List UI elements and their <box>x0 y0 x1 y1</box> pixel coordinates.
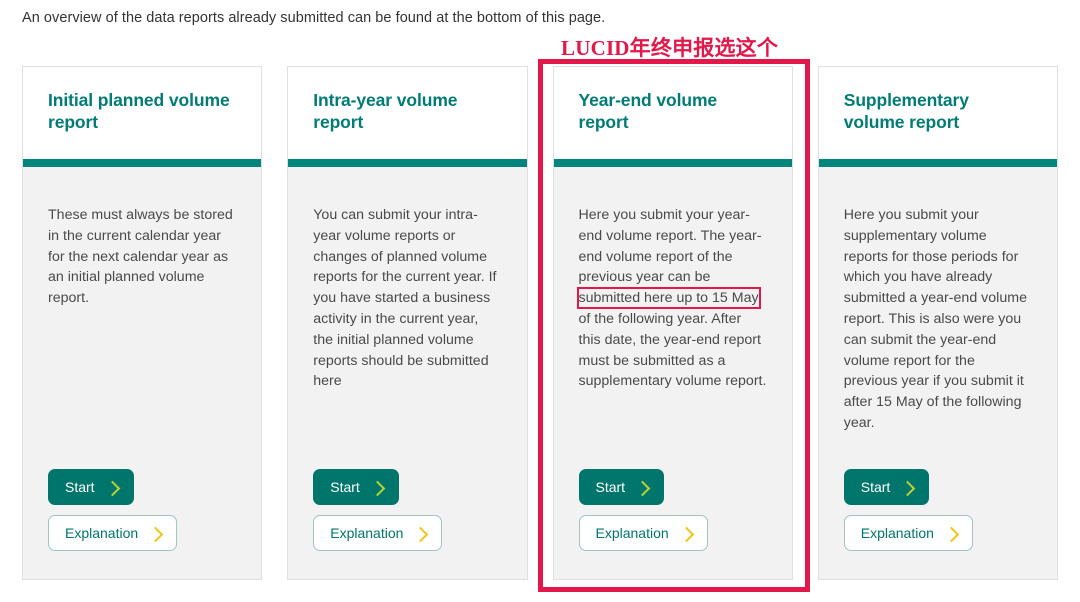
explanation-button[interactable]: Explanation <box>313 515 443 551</box>
card-description: These must always be stored in the curre… <box>48 207 233 307</box>
inline-highlight: submitted here up to 15 May <box>578 290 759 307</box>
chevron-right-icon <box>369 480 386 496</box>
start-button[interactable]: Start <box>843 469 930 505</box>
card-body: These must always be stored in the curre… <box>23 167 261 469</box>
card-header: Year-end volume report <box>553 67 792 159</box>
explanation-button-label: Explanation <box>860 525 934 541</box>
explanation-button-label: Explanation <box>65 525 139 541</box>
report-card-grid: Initial planned volume report These must… <box>22 66 1058 580</box>
card-header: Supplementary volume report <box>818 67 1057 159</box>
card-description-part-2: of the following year. After this date, … <box>578 310 767 390</box>
card-accent-rule <box>553 159 792 167</box>
card-intra-year-volume-report[interactable]: Intra-year volume report You can submit … <box>287 66 528 580</box>
card-description: Here you submit your supplementary volum… <box>843 207 1027 431</box>
card-accent-rule <box>288 159 527 167</box>
start-button[interactable]: Start <box>48 469 134 505</box>
card-title: Year-end volume report <box>578 90 718 133</box>
card-actions: Start Explanation <box>819 469 1057 579</box>
card-description-part-1: Here you submit your year-end volume rep… <box>578 207 762 286</box>
chevron-right-icon <box>104 480 120 496</box>
chevron-right-icon <box>678 526 694 542</box>
chevron-right-icon <box>147 526 164 542</box>
card-title: Supplementary volume report <box>843 90 969 133</box>
chevron-right-icon <box>943 526 960 542</box>
card-body: Here you submit your supplementary volum… <box>819 167 1057 469</box>
card-header: Initial planned volume report <box>23 67 262 159</box>
card-initial-planned-volume-report[interactable]: Initial planned volume report These must… <box>22 66 263 580</box>
card-actions: Start Explanation <box>288 469 526 579</box>
explanation-button-label: Explanation <box>595 525 669 541</box>
card-description: You can submit your intra-year volume re… <box>313 207 497 390</box>
card-supplementary-volume-report[interactable]: Supplementary volume report Here you sub… <box>817 66 1058 580</box>
explanation-button[interactable]: Explanation <box>578 515 708 551</box>
card-description: Here you submit your year-end volume rep… <box>579 205 767 392</box>
card-body: You can submit your intra-year volume re… <box>288 167 526 469</box>
chevron-right-icon <box>413 526 429 542</box>
explanation-button[interactable]: Explanation <box>48 515 178 551</box>
explanation-button-label: Explanation <box>330 525 404 541</box>
start-button-label: Start <box>330 479 360 495</box>
card-title: Initial planned volume report <box>48 90 230 133</box>
page-intro-text: An overview of the data reports already … <box>22 10 606 26</box>
explanation-button[interactable]: Explanation <box>843 515 973 551</box>
card-accent-rule <box>23 159 262 167</box>
chevron-right-icon <box>900 480 916 496</box>
annotation-label: LUCID年终申报选这个 <box>561 36 779 60</box>
start-button-label: Start <box>595 479 626 495</box>
card-title: Intra-year volume report <box>313 90 458 133</box>
card-body: Here you submit your year-end volume rep… <box>554 167 792 469</box>
start-button[interactable]: Start <box>578 469 665 505</box>
card-header: Intra-year volume report <box>288 67 527 159</box>
start-button-label: Start <box>860 479 891 495</box>
card-actions: Start Explanation <box>23 469 261 579</box>
start-button-label: Start <box>65 479 95 495</box>
chevron-right-icon <box>634 480 651 496</box>
card-year-end-volume-report[interactable]: Year-end volume report Here you submit y… <box>552 66 793 580</box>
start-button[interactable]: Start <box>313 469 399 505</box>
card-accent-rule <box>818 159 1057 167</box>
card-actions: Start Explanation <box>554 469 792 579</box>
